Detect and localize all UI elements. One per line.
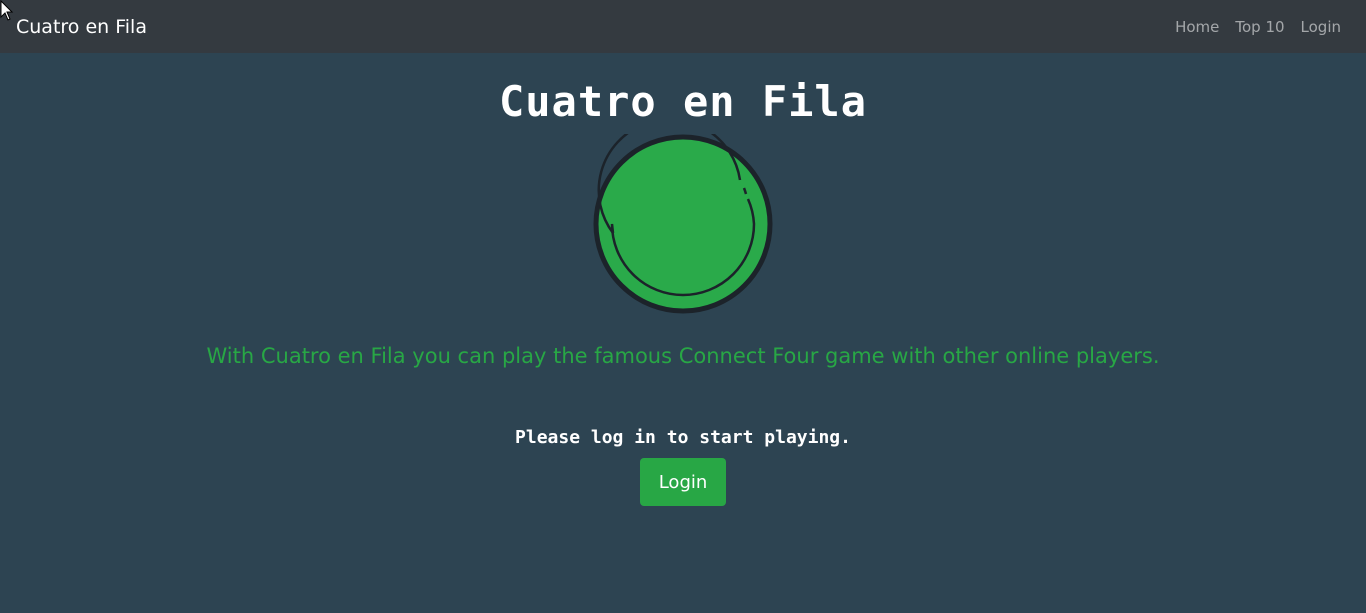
- nav-link-login[interactable]: Login: [1301, 18, 1341, 36]
- navbar: Cuatro en Fila Home Top 10 Login: [0, 0, 1366, 53]
- page-title: Cuatro en Fila: [498, 77, 867, 126]
- green-game-chip-icon: [593, 134, 773, 314]
- brand-link[interactable]: Cuatro en Fila: [16, 16, 147, 38]
- tagline: With Cuatro en Fila you can play the fam…: [206, 344, 1160, 368]
- main-content: Cuatro en Fila With Cuatro en Fila you c…: [0, 53, 1366, 613]
- mouse-cursor-icon: [0, 0, 14, 21]
- nav-link-home[interactable]: Home: [1175, 18, 1219, 36]
- login-button[interactable]: Login: [640, 458, 726, 506]
- nav-links: Home Top 10 Login: [1175, 18, 1341, 36]
- nav-link-top-10[interactable]: Top 10: [1235, 18, 1284, 36]
- login-prompt: Please log in to start playing.: [515, 427, 851, 448]
